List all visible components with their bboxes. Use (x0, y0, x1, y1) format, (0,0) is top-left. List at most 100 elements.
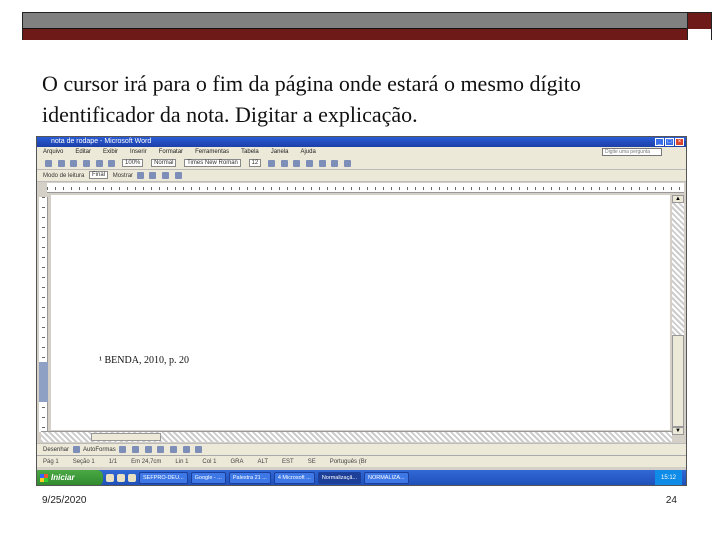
redo-icon[interactable] (108, 159, 116, 167)
slide-page-number: 24 (665, 495, 677, 506)
underline-icon[interactable] (293, 159, 301, 167)
taskbar-clock: 15:12 (654, 470, 682, 485)
status-line: Lin 1 (175, 459, 189, 465)
reading-mode-button[interactable]: Modo de leitura (43, 173, 84, 179)
close-button[interactable]: × (675, 138, 684, 146)
font-color-icon[interactable] (195, 445, 203, 453)
align-center-icon[interactable] (318, 159, 326, 167)
taskbar-item-4[interactable]: 4 Microsoft ... (273, 472, 315, 484)
scroll-up-arrow-icon[interactable]: ▲ (672, 195, 684, 203)
rectangle-icon[interactable] (144, 445, 152, 453)
drawing-toolbar: Desenhar AutoFormas (37, 443, 686, 455)
align-left-icon[interactable] (305, 159, 313, 167)
horizontal-scrollbar[interactable] (41, 431, 672, 442)
vertical-scrollbar[interactable]: ▲ ▼ (672, 195, 684, 435)
vertical-ruler-marker (39, 362, 48, 402)
document-page[interactable]: ¹ BENDA, 2010, p. 20 (51, 195, 670, 430)
scroll-down-arrow-icon[interactable]: ▼ (672, 427, 684, 435)
status-gra: GRA (230, 459, 244, 465)
window-controls: _ □ × (655, 138, 684, 146)
vertical-scroll-thumb[interactable] (672, 335, 684, 427)
status-est: EST (282, 459, 294, 465)
next-change-icon[interactable] (149, 171, 157, 179)
minimize-button[interactable]: _ (655, 138, 664, 146)
reviewing-toolbar: Modo de leitura Final Mostrar (37, 170, 686, 182)
header-corner-white-box (687, 29, 711, 40)
slide-footer-date: 9/25/2020 (42, 495, 87, 506)
status-section: Seção 1 (72, 459, 95, 465)
menu-item-arquivo[interactable]: Arquivo (43, 147, 63, 158)
arrow-icon[interactable] (132, 445, 140, 453)
select-objects-icon[interactable] (72, 445, 80, 453)
header-gray-band (23, 13, 687, 29)
horizontal-ruler[interactable] (47, 183, 684, 193)
header-red-band (23, 29, 687, 40)
taskbar-item-2[interactable]: Google - ... (190, 472, 226, 484)
draw-menu-button[interactable]: Desenhar (43, 447, 69, 453)
font-select[interactable]: Times New Roman (184, 159, 241, 168)
header-corner-red-box (687, 13, 711, 29)
oval-icon[interactable] (157, 445, 165, 453)
final-select[interactable]: Final (89, 171, 109, 180)
status-se: SE (307, 459, 316, 465)
status-position: Em 24,7cm (131, 459, 162, 465)
accept-change-icon[interactable] (162, 171, 170, 179)
show-button[interactable]: Mostrar (113, 173, 133, 179)
status-column: Col 1 (202, 459, 217, 465)
zoom-select[interactable]: 100% (122, 159, 144, 168)
status-bar: Pág 1 Seção 1 1/1 Em 24,7cm Lin 1 Col 1 … (37, 455, 686, 467)
font-size-select[interactable]: 12 (248, 159, 262, 168)
line-icon[interactable] (119, 445, 127, 453)
justify-icon[interactable] (343, 159, 351, 167)
footnote-text: ¹ BENDA, 2010, p. 20 (99, 355, 189, 366)
start-button[interactable]: Iniciar (37, 470, 103, 485)
quicklaunch-icon-1[interactable] (106, 474, 114, 482)
quicklaunch-icon-3[interactable] (128, 474, 136, 482)
window-title: nota de rodape - Microsoft Word (51, 138, 152, 145)
windows-taskbar: Iniciar SEFPRO-DEU... Google - ... Pales… (37, 470, 686, 485)
menu-bar: Arquivo Editar Exibir Inserir Formatar F… (37, 147, 686, 158)
italic-icon[interactable] (280, 159, 288, 167)
taskbar-item-1[interactable]: SEFPRO-DEU... (139, 472, 188, 484)
reject-change-icon[interactable] (174, 171, 182, 179)
help-search-input[interactable]: Digite uma pergunta (602, 148, 662, 156)
new-document-icon[interactable] (45, 159, 52, 167)
textbox-icon[interactable] (170, 445, 178, 453)
word-screenshot: nota de rodape - Microsoft Word _ □ × Ar… (36, 136, 687, 486)
status-alt: ALT (257, 459, 269, 465)
vertical-ruler[interactable] (39, 197, 48, 432)
menu-item-janela[interactable]: Janela (271, 147, 289, 158)
taskbar-item-3[interactable]: Palestra 21 ... (228, 472, 271, 484)
open-icon[interactable] (57, 159, 65, 167)
start-label: Iniciar (51, 473, 75, 482)
menu-item-ferramentas[interactable]: Ferramentas (195, 147, 229, 158)
style-select[interactable]: Normal (151, 159, 177, 168)
undo-icon[interactable] (95, 159, 103, 167)
menu-item-formatar[interactable]: Formatar (159, 147, 183, 158)
windows-logo-icon (40, 474, 48, 482)
quicklaunch-icon-2[interactable] (117, 474, 125, 482)
standard-toolbar: 100% Normal Times New Roman 12 (37, 158, 686, 170)
menu-item-inserir[interactable]: Inserir (130, 147, 147, 158)
slide-body-text: O cursor irá para o fim da página onde e… (42, 71, 581, 127)
save-icon[interactable] (70, 159, 78, 167)
taskbar-item-5[interactable]: Normalizaçã... (317, 472, 361, 484)
bold-icon[interactable] (267, 159, 275, 167)
slide-header-bar (22, 12, 712, 40)
autoshapes-button[interactable]: AutoFormas (83, 447, 116, 453)
taskbar-item-6[interactable]: NORMALIZA... (363, 472, 409, 484)
status-page-count: 1/1 (108, 459, 118, 465)
menu-item-exibir[interactable]: Exibir (103, 147, 118, 158)
menu-item-tabela[interactable]: Tabela (241, 147, 259, 158)
status-page: Pág 1 (43, 459, 59, 465)
fill-color-icon[interactable] (182, 445, 190, 453)
horizontal-scroll-thumb[interactable] (91, 433, 161, 441)
previous-change-icon[interactable] (136, 171, 144, 179)
status-language: Português (Br (329, 459, 367, 465)
menu-item-ajuda[interactable]: Ajuda (300, 147, 315, 158)
maximize-button[interactable]: □ (665, 138, 674, 146)
print-icon[interactable] (83, 159, 91, 167)
menu-item-editar[interactable]: Editar (75, 147, 91, 158)
word-title-bar: nota de rodape - Microsoft Word _ □ × (37, 137, 686, 147)
align-right-icon[interactable] (331, 159, 339, 167)
